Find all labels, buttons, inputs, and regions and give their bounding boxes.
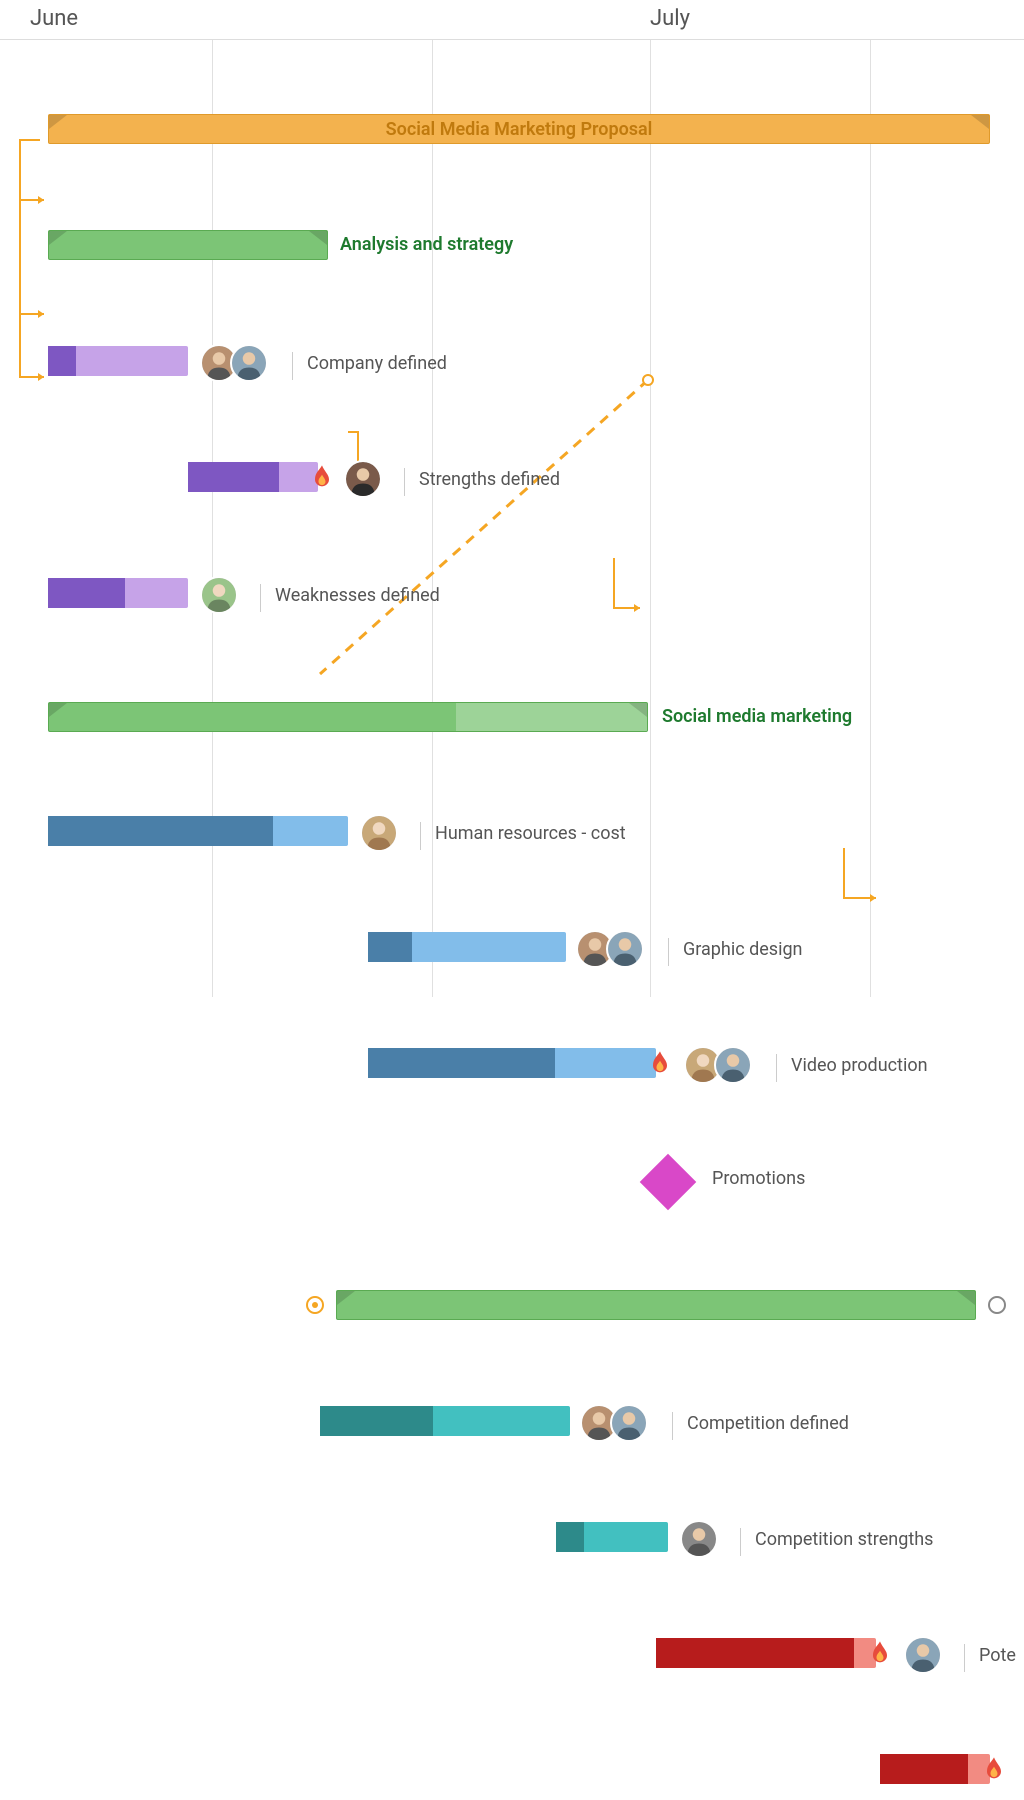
task-bar[interactable]	[48, 346, 188, 376]
avatar[interactable]	[606, 930, 644, 968]
summary-bar-proposal[interactable]: Social Media Marketing Proposal	[48, 114, 990, 144]
task-bar[interactable]	[880, 1754, 990, 1784]
task-label: Competition defined	[664, 1410, 849, 1438]
timeline-header: June July	[0, 0, 1024, 40]
task-bar[interactable]	[320, 1406, 570, 1436]
assignees[interactable]	[360, 814, 398, 852]
row-video-production: Video production	[0, 1036, 1024, 1094]
task-bar[interactable]	[48, 578, 188, 608]
assignees[interactable]	[200, 344, 268, 382]
flame-icon	[308, 463, 336, 491]
row-promotions: Promotions	[0, 1152, 1024, 1210]
assignees[interactable]	[580, 1404, 648, 1442]
task-bar[interactable]	[368, 932, 566, 962]
task-bar[interactable]	[656, 1638, 876, 1668]
avatar[interactable]	[360, 814, 398, 852]
task-label: Human resources - cost	[412, 820, 626, 848]
row-summary-competition	[0, 1278, 1024, 1336]
summary-bar-competition[interactable]	[336, 1290, 976, 1320]
avatar[interactable]	[230, 344, 268, 382]
avatar[interactable]	[904, 1636, 942, 1674]
flame-icon	[646, 1049, 674, 1077]
row-strengths-defined: Strengths defined	[0, 450, 1024, 508]
summary-bar-smm[interactable]	[48, 702, 648, 732]
summary-label: Social media marketing	[662, 706, 852, 727]
milestone-marker[interactable]	[640, 1154, 697, 1211]
task-bar[interactable]	[368, 1048, 656, 1078]
assignees[interactable]	[904, 1636, 942, 1674]
gantt-chart: June July Social Media Marketin	[0, 0, 1024, 997]
drag-handle-right[interactable]	[988, 1296, 1006, 1314]
row-summary-analysis: Analysis and strategy	[0, 218, 1024, 276]
row-weaknesses-defined: Weaknesses defined	[0, 566, 1024, 624]
row-competition-strengths: Competition strengths	[0, 1510, 1024, 1568]
summary-title: Social Media Marketing Proposal	[49, 119, 989, 140]
task-label: Video production	[768, 1052, 928, 1080]
row-hr-cost: Human resources - cost	[0, 804, 1024, 862]
row-red-child	[0, 1742, 1024, 1800]
summary-bar-analysis[interactable]	[48, 230, 328, 260]
flame-icon	[866, 1639, 894, 1667]
month-label-0: June	[30, 6, 78, 31]
avatar[interactable]	[714, 1046, 752, 1084]
month-label-1: July	[650, 6, 690, 31]
avatar[interactable]	[610, 1404, 648, 1442]
task-label: Promotions	[712, 1168, 805, 1189]
row-graphic-design: Graphic design	[0, 920, 1024, 978]
row-company-defined: Company defined	[0, 334, 1024, 392]
avatar[interactable]	[200, 576, 238, 614]
row-summary-smm: Social media marketing	[0, 690, 1024, 748]
row-potential: Pote	[0, 1626, 1024, 1684]
drag-handle-left[interactable]	[306, 1296, 324, 1314]
assignees[interactable]	[344, 460, 382, 498]
task-label: Weaknesses defined	[252, 582, 440, 610]
task-bar[interactable]	[556, 1522, 668, 1552]
task-label: Pote	[956, 1642, 1016, 1670]
flame-icon	[980, 1755, 1008, 1783]
assignees[interactable]	[576, 930, 644, 968]
assignees[interactable]	[200, 576, 238, 614]
avatar[interactable]	[680, 1520, 718, 1558]
gantt-rows: Social Media Marketing Proposal Analysis…	[0, 40, 1024, 910]
assignees[interactable]	[684, 1046, 752, 1084]
row-summary-proposal: Social Media Marketing Proposal	[0, 102, 1024, 160]
task-label: Competition strengths	[732, 1526, 933, 1554]
row-competition-defined: Competition defined	[0, 1394, 1024, 1452]
task-label: Strengths defined	[396, 466, 560, 494]
summary-label: Analysis and strategy	[340, 234, 513, 255]
task-bar[interactable]	[188, 462, 318, 492]
avatar[interactable]	[344, 460, 382, 498]
task-label: Company defined	[284, 350, 447, 378]
assignees[interactable]	[680, 1520, 718, 1558]
task-bar[interactable]	[48, 816, 348, 846]
task-label: Graphic design	[660, 936, 803, 964]
